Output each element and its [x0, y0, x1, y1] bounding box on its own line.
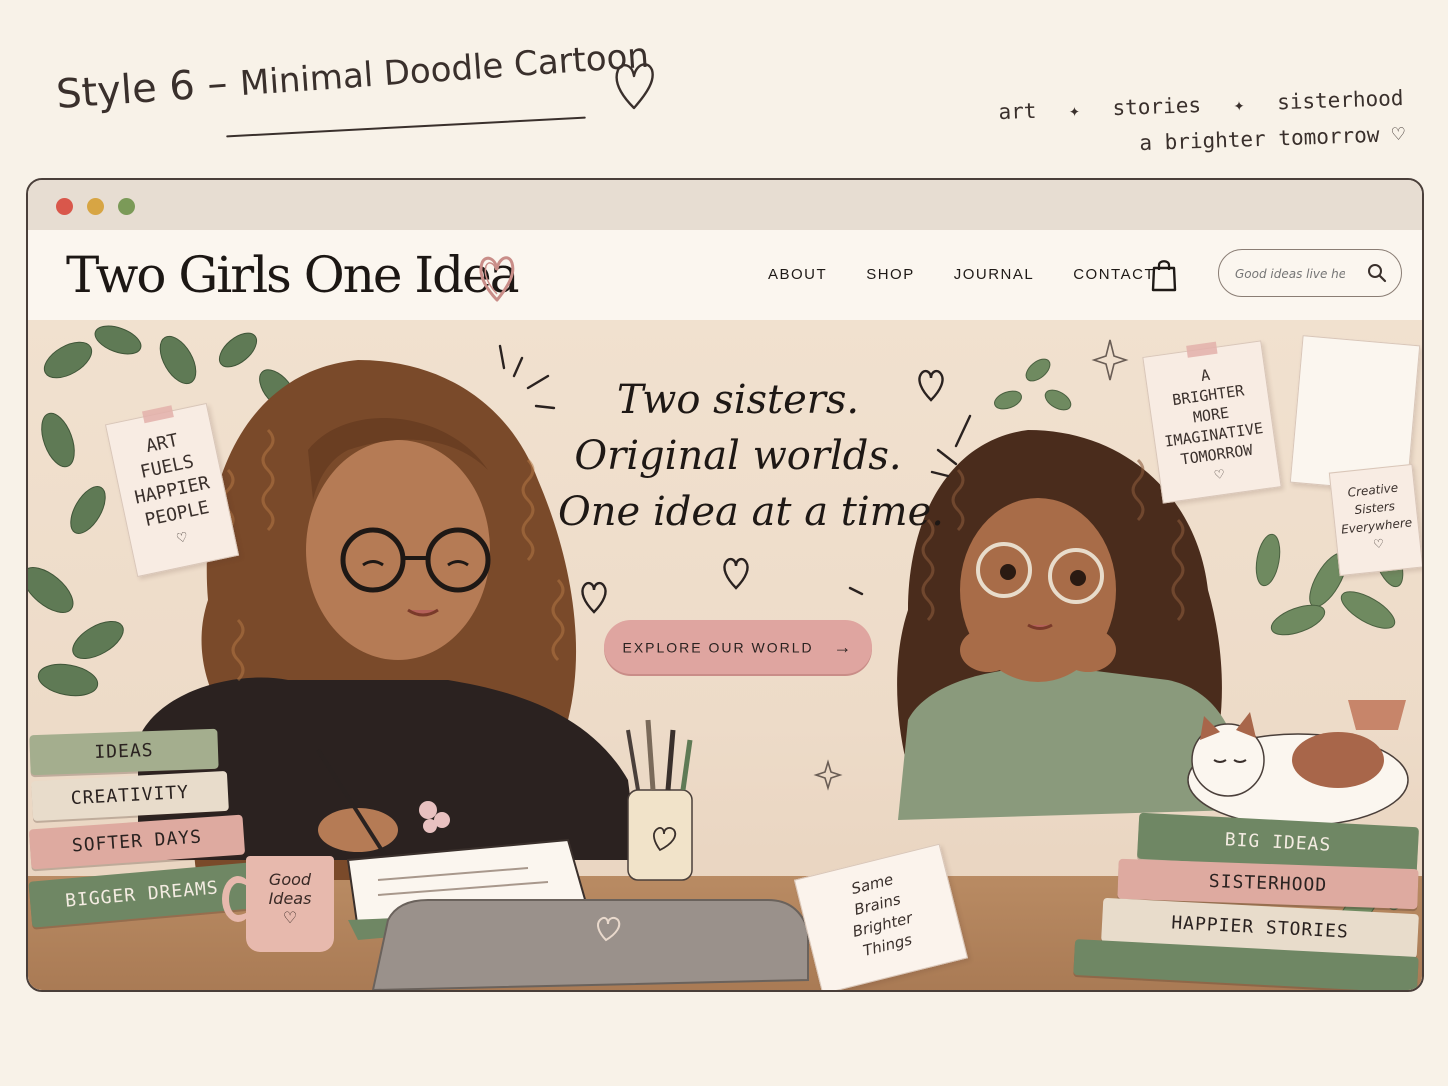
book-ideas: IDEAS — [29, 728, 219, 776]
nav-about[interactable]: ABOUT — [768, 266, 827, 283]
heart-icon: ♡ — [282, 908, 298, 927]
style-subtitle: Minimal Doodle Cartoon — [238, 35, 651, 105]
browser-chrome-bar — [28, 180, 1422, 231]
window-minimize-dot[interactable] — [87, 198, 104, 215]
hero-headline-line: One idea at a time. — [558, 489, 944, 535]
search-icon[interactable] — [1367, 263, 1387, 283]
hero-section: ART FUELS HAPPIER PEOPLE ♡ A BRIGHTER MO… — [28, 320, 1422, 990]
heart-icon: ♡ — [1391, 121, 1405, 147]
nav-contact[interactable]: CONTACT — [1073, 266, 1155, 283]
shopping-bag-icon[interactable] — [1150, 258, 1178, 292]
style-title-label: Style 6 — [54, 62, 197, 118]
hero-headline-line: Two sisters. — [616, 377, 860, 423]
cta-label: EXPLORE OUR WORLD — [622, 639, 814, 655]
mug: Good Ideas ♡ — [246, 856, 334, 952]
heart-icon — [615, 63, 654, 110]
heart-icon — [479, 256, 515, 302]
site-header: Two Girls One Idea ABOUT SHOP JOURNAL CO… — [28, 230, 1422, 321]
nav-shop[interactable]: SHOP — [866, 266, 915, 283]
tagline-item: sisterhood — [1276, 85, 1404, 115]
style-title-dash: – — [205, 60, 229, 108]
sticky-note-right: A BRIGHTER MORE IMAGINATIVE TOMORROW ♡ — [1142, 340, 1282, 504]
plant-pot — [1348, 700, 1406, 730]
window-close-dot[interactable] — [56, 198, 73, 215]
arrow-right-icon: → — [833, 636, 854, 657]
tagline-line2: a brighter tomorrow — [1138, 122, 1380, 156]
sparkle-icon: ✦ — [1233, 94, 1245, 116]
sticky-note-creative: Creative Sisters Everywhere ♡ — [1328, 463, 1422, 577]
hero-headline-line: Original worlds. — [574, 433, 902, 479]
sparkle-icon: ✦ — [1068, 100, 1081, 122]
hero-headline: Two sisters. Original worlds. One idea a… — [558, 372, 944, 540]
style-title: Style 6 – Minimal Doodle Cartoon — [55, 31, 650, 118]
tagline-item: stories — [1111, 93, 1202, 121]
site-logo[interactable]: Two Girls One Idea — [66, 246, 520, 304]
search-box[interactable] — [1218, 249, 1402, 297]
main-nav: ABOUT SHOP JOURNAL CONTACT — [768, 266, 1155, 283]
nav-journal[interactable]: JOURNAL — [954, 266, 1035, 283]
mug-text: Ideas — [268, 889, 312, 908]
pencil-cup-illustration — [626, 719, 693, 881]
tagline-item: art — [997, 98, 1037, 125]
title-underline — [226, 116, 586, 138]
tagline: art ✦ stories ✦ sisterhood a brighter to… — [998, 81, 1405, 165]
window-maximize-dot[interactable] — [118, 198, 135, 215]
search-input[interactable] — [1233, 256, 1347, 292]
explore-our-world-button[interactable]: EXPLORE OUR WORLD → — [604, 620, 872, 674]
browser-window: Two Girls One Idea ABOUT SHOP JOURNAL CO… — [26, 178, 1424, 992]
laptop-illustration — [371, 899, 809, 990]
mug-text: Good — [268, 870, 312, 889]
